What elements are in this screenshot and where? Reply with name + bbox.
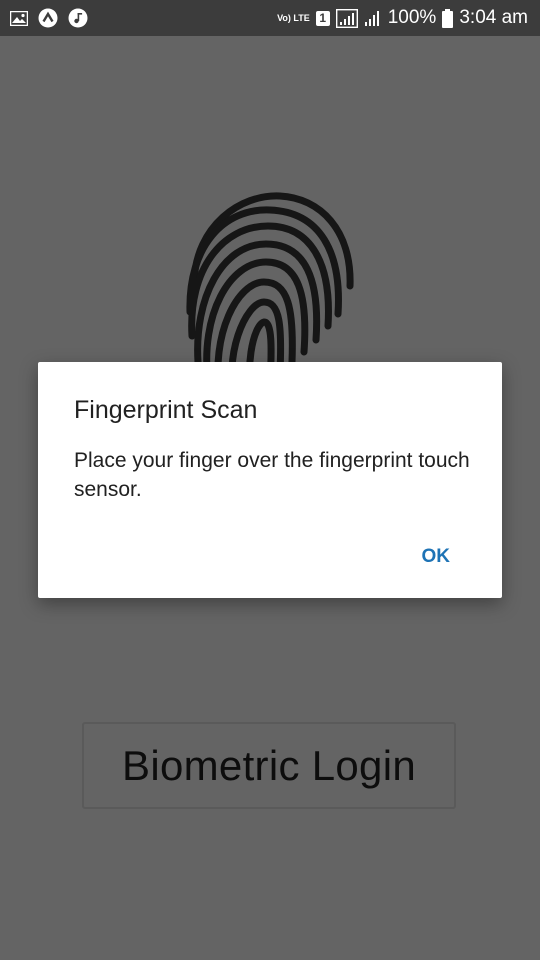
sim-slot-badge: 1	[315, 10, 330, 26]
biometric-login-label: Biometric Login	[122, 741, 416, 789]
battery-percent: 100%	[387, 7, 437, 28]
status-left-icons	[10, 8, 98, 28]
biometric-login-button[interactable]: Biometric Login	[82, 722, 456, 809]
status-bar: Vo) LTE 1 100% 3:04 am	[0, 0, 540, 36]
signal-sim2-icon	[364, 9, 382, 27]
dialog-title: Fingerprint Scan	[74, 396, 258, 424]
ok-button[interactable]: OK	[410, 542, 463, 572]
dialog-message: Place your finger over the fingerprint t…	[74, 449, 470, 501]
image-icon	[10, 10, 28, 26]
music-icon	[68, 8, 88, 28]
clock-time: 3:04 am	[459, 7, 528, 28]
volte-indicator: Vo) LTE	[277, 12, 310, 23]
signal-sim1-icon	[335, 8, 358, 28]
fingerprint-dialog: Fingerprint Scan Place your finger over …	[38, 362, 502, 598]
app-icon	[38, 8, 58, 28]
status-right-icons: Vo) LTE 1 100% 3:04 am	[271, 7, 528, 29]
battery-icon	[442, 8, 454, 28]
